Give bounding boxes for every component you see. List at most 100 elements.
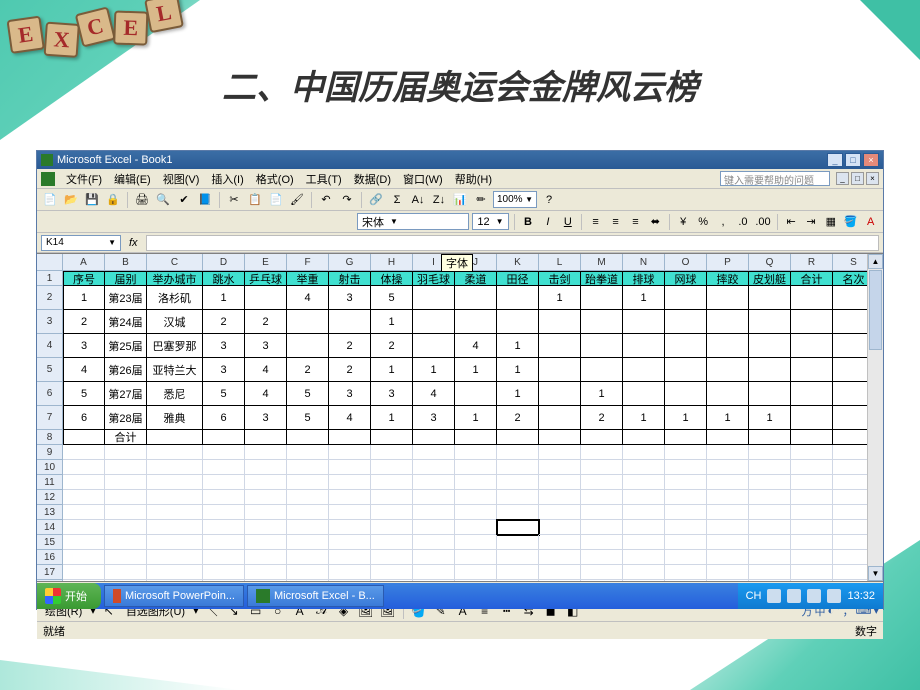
decrease-indent-icon[interactable]: ⇤ [783,213,800,231]
new-icon[interactable]: 📄 [41,191,59,209]
cell[interactable] [581,334,623,358]
cell[interactable] [665,520,707,535]
cell[interactable] [329,475,371,490]
select-all-corner[interactable] [37,254,63,271]
cell[interactable] [623,580,665,581]
cell[interactable]: 悉尼 [147,382,203,406]
cell[interactable] [147,580,203,581]
undo-icon[interactable]: ↶ [317,191,335,209]
cell[interactable] [749,445,791,460]
align-center-icon[interactable]: ≡ [607,213,624,231]
cell[interactable] [287,460,329,475]
underline-icon[interactable]: U [559,213,576,231]
cell[interactable] [203,475,245,490]
cell[interactable]: 第25届 [105,334,147,358]
copy-icon[interactable]: 📋 [246,191,264,209]
cell[interactable] [147,520,203,535]
row-header[interactable]: 3 [37,310,63,334]
cell[interactable] [455,430,497,445]
cell[interactable] [791,475,833,490]
cell[interactable] [203,460,245,475]
cell[interactable] [63,550,105,565]
cell[interactable] [581,286,623,310]
cell[interactable]: 1 [371,358,413,382]
column-header[interactable]: O [665,254,707,271]
cell[interactable] [539,334,581,358]
cell[interactable] [665,430,707,445]
menu-format[interactable]: 格式(O) [251,170,299,188]
menu-help[interactable]: 帮助(H) [450,170,497,188]
fill-color-icon[interactable]: 🪣 [842,213,859,231]
cell[interactable] [665,565,707,580]
cell[interactable] [147,535,203,550]
cell[interactable] [245,475,287,490]
cell[interactable] [749,382,791,406]
cell[interactable] [413,445,455,460]
cell[interactable]: 1 [665,406,707,430]
clock[interactable]: 13:32 [847,590,875,602]
autosum-icon[interactable]: Σ [388,191,406,209]
cell[interactable] [749,490,791,505]
cell[interactable] [749,460,791,475]
cell[interactable] [665,580,707,581]
cell[interactable] [105,445,147,460]
cell[interactable]: 4 [413,382,455,406]
cell[interactable] [63,535,105,550]
cell[interactable]: 第23届 [105,286,147,310]
cell[interactable] [455,535,497,550]
cell[interactable] [581,310,623,334]
cell[interactable] [329,490,371,505]
cell[interactable]: 3 [413,406,455,430]
table-header-cell[interactable]: 体操 [371,271,413,286]
cell[interactable] [749,535,791,550]
cell[interactable]: 1 [749,406,791,430]
cell[interactable]: 1 [497,358,539,382]
align-right-icon[interactable]: ≡ [627,213,644,231]
row-header[interactable]: 16 [37,550,63,565]
cell[interactable] [63,445,105,460]
cell[interactable] [665,358,707,382]
cell[interactable] [203,490,245,505]
tray-icon[interactable] [767,589,781,603]
row-header[interactable]: 6 [37,382,63,406]
column-header[interactable]: R [791,254,833,271]
cell[interactable] [707,505,749,520]
cell[interactable] [413,550,455,565]
close-button[interactable]: × [863,153,879,167]
cell[interactable] [63,580,105,581]
cell[interactable] [497,490,539,505]
open-icon[interactable]: 📂 [62,191,80,209]
table-header-cell[interactable]: 击剑 [539,271,581,286]
cell[interactable]: 4 [287,286,329,310]
align-left-icon[interactable]: ≡ [587,213,604,231]
column-header[interactable]: Q [749,254,791,271]
table-header-cell[interactable]: 柔道 [455,271,497,286]
cell[interactable]: 1 [371,310,413,334]
cell[interactable] [147,445,203,460]
table-header-cell[interactable]: 举办城市 [147,271,203,286]
cell[interactable] [497,535,539,550]
cell[interactable] [665,490,707,505]
tray-icon[interactable] [787,589,801,603]
cell[interactable] [497,580,539,581]
cell[interactable] [665,445,707,460]
cell[interactable] [623,520,665,535]
row-header[interactable]: 17 [37,565,63,580]
cell[interactable] [665,310,707,334]
cell[interactable] [63,520,105,535]
cell[interactable] [791,550,833,565]
cell[interactable]: 5 [63,382,105,406]
cell[interactable] [581,445,623,460]
doc-minimize-button[interactable]: _ [836,172,849,185]
cell[interactable] [707,445,749,460]
increase-indent-icon[interactable]: ⇥ [803,213,820,231]
cell[interactable] [665,475,707,490]
menu-window[interactable]: 窗口(W) [398,170,448,188]
cell[interactable] [287,475,329,490]
row-header[interactable]: 12 [37,490,63,505]
cell[interactable] [105,505,147,520]
cell[interactable]: 2 [245,310,287,334]
cell[interactable] [413,490,455,505]
cell[interactable] [707,460,749,475]
row-header[interactable]: 5 [37,358,63,382]
